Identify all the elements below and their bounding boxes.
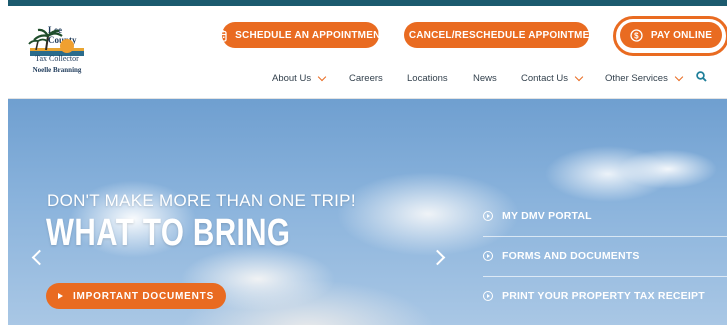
schedule-appointment-label: SCHEDULE AN APPOINTMENT xyxy=(235,29,387,41)
play-circle-icon xyxy=(483,291,493,301)
carousel-prev-icon[interactable] xyxy=(31,249,48,266)
nav-news[interactable]: News xyxy=(473,73,497,84)
page: Lee County Tax Collector Noelle Branning xyxy=(0,0,727,325)
schedule-appointment-button[interactable]: SCHEDULE AN APPOINTMENT xyxy=(214,22,387,48)
carousel-next-icon[interactable] xyxy=(429,249,446,266)
link-forms-and-documents-label: FORMS AND DOCUMENTS xyxy=(502,250,640,262)
nav-about-us[interactable]: About Us xyxy=(272,72,327,84)
nav-other-services[interactable]: Other Services xyxy=(605,72,684,84)
important-documents-label: IMPORTANT DOCUMENTS xyxy=(72,290,215,302)
important-documents-button[interactable]: IMPORTANT DOCUMENTS xyxy=(46,283,226,309)
nav-careers-label: Careers xyxy=(349,73,383,84)
site-logo[interactable]: Lee County Tax Collector Noelle Branning xyxy=(22,24,92,88)
play-icon xyxy=(57,293,63,299)
svg-text:$: $ xyxy=(634,31,639,40)
link-print-property-tax-receipt[interactable]: PRINT YOUR PROPERTY TAX RECEIPT xyxy=(483,290,705,302)
nav-about-us-label: About Us xyxy=(272,73,312,84)
nav-contact-us-label: Contact Us xyxy=(521,73,568,84)
link-forms-and-documents[interactable]: FORMS AND DOCUMENTS xyxy=(483,250,640,262)
nav-news-label: News xyxy=(473,73,497,84)
hero-banner: DON'T MAKE MORE THAN ONE TRIP! WHAT TO B… xyxy=(8,99,727,325)
chevron-down-icon xyxy=(317,72,327,82)
calendar-icon xyxy=(214,29,227,42)
logo-line-2: Noelle Branning xyxy=(32,66,82,74)
dollar-icon: $ xyxy=(630,28,643,42)
chevron-down-icon xyxy=(674,72,684,82)
link-my-dmv-portal-label: MY DMV PORTAL xyxy=(502,210,592,222)
logo-line-1: Tax Collector xyxy=(35,54,79,63)
search-icon[interactable] xyxy=(696,71,707,82)
close-icon xyxy=(390,30,400,40)
nav-locations[interactable]: Locations xyxy=(407,73,448,84)
cancel-reschedule-button[interactable]: CANCEL/RESCHEDULE APPOINTMENT xyxy=(390,22,603,48)
play-circle-icon xyxy=(483,211,493,221)
divider xyxy=(483,236,727,237)
divider xyxy=(483,276,727,277)
nav-other-services-label: Other Services xyxy=(605,73,668,84)
site-header: Lee County Tax Collector Noelle Branning xyxy=(8,6,727,99)
pay-online-button[interactable]: $ PAY ONLINE xyxy=(620,22,722,48)
chevron-down-icon xyxy=(574,72,584,82)
play-circle-icon xyxy=(483,251,493,261)
cancel-reschedule-label: CANCEL/RESCHEDULE APPOINTMENT xyxy=(408,29,604,41)
nav-contact-us[interactable]: Contact Us xyxy=(521,72,584,84)
nav-careers[interactable]: Careers xyxy=(349,73,383,84)
link-print-property-tax-receipt-label: PRINT YOUR PROPERTY TAX RECEIPT xyxy=(502,290,705,302)
hero-subtitle: DON'T MAKE MORE THAN ONE TRIP! xyxy=(47,191,356,210)
nav-locations-label: Locations xyxy=(407,73,448,84)
hero-title: WHAT TO BRING xyxy=(46,212,291,254)
pay-online-label: PAY ONLINE xyxy=(650,29,713,41)
link-my-dmv-portal[interactable]: MY DMV PORTAL xyxy=(483,210,592,222)
